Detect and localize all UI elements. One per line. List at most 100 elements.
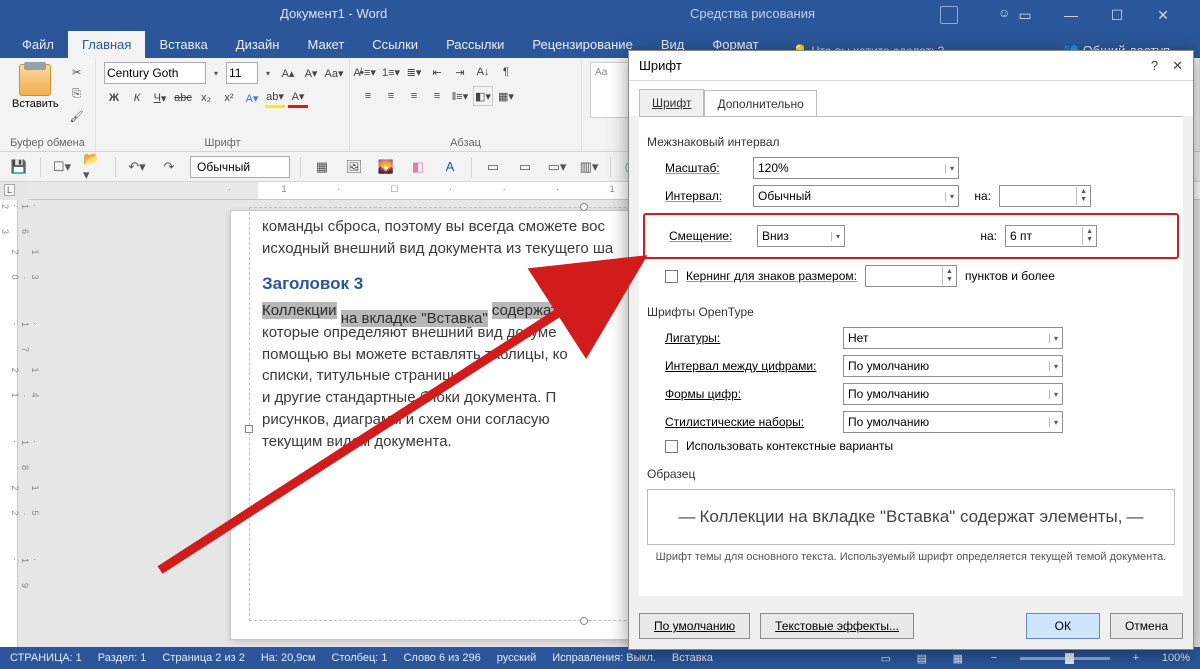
zoom-level[interactable]: 100% <box>1162 652 1190 664</box>
chevron-down-icon[interactable]: ▾ <box>1049 418 1058 427</box>
tab-insert[interactable]: Вставка <box>145 31 221 58</box>
text-effects-button[interactable]: Текстовые эффекты... <box>760 613 914 639</box>
close-icon[interactable]: ✕ <box>1140 3 1186 27</box>
interval-combo[interactable]: Обычный▾ <box>753 185 959 207</box>
kerning-checkbox[interactable] <box>665 270 678 283</box>
show-marks-icon[interactable]: ¶ <box>496 62 516 82</box>
grow-font-icon[interactable]: A▴ <box>278 63 298 83</box>
maximize-icon[interactable]: ☐ <box>1094 3 1140 27</box>
font-name-combo[interactable] <box>104 62 206 84</box>
tab-design[interactable]: Дизайн <box>222 31 294 58</box>
resize-handle[interactable] <box>580 617 588 625</box>
chevron-down-icon[interactable]: ▾ <box>261 63 275 83</box>
redo-icon[interactable]: ↷ <box>158 156 180 178</box>
paste-button[interactable]: Вставить <box>8 62 63 112</box>
chevron-down-icon[interactable]: ▾ <box>945 192 954 201</box>
account-icon[interactable] <box>940 6 958 24</box>
resize-handle[interactable] <box>580 203 588 211</box>
q-page2-icon[interactable]: ▭ <box>514 156 536 178</box>
status-mode[interactable]: Вставка <box>672 652 713 664</box>
align-left-icon[interactable]: ≡ <box>358 86 378 106</box>
scale-combo[interactable]: 120%▾ <box>753 157 959 179</box>
text-effects-icon[interactable]: A▾ <box>242 88 262 108</box>
q-page3-icon[interactable]: ▭▾ <box>546 156 568 178</box>
q-chart-icon[interactable]: 🌄 <box>375 156 397 178</box>
status-lang[interactable]: русский <box>497 652 536 664</box>
dialog-tab-font[interactable]: Шрифт <box>639 89 704 116</box>
resize-handle[interactable] <box>245 425 253 433</box>
multilevel-icon[interactable]: ≣▾ <box>404 62 424 82</box>
ok-button[interactable]: ОК <box>1026 613 1100 639</box>
q-page1-icon[interactable]: ▭ <box>482 156 504 178</box>
zoom-slider[interactable] <box>1020 657 1110 660</box>
sort-icon[interactable]: A↓ <box>473 62 493 82</box>
q-table-icon[interactable]: ▦ <box>311 156 333 178</box>
numspace-combo[interactable]: По умолчанию▾ <box>843 355 1063 377</box>
italic-icon[interactable]: К <box>127 88 147 108</box>
line-spacing-icon[interactable]: ‖≡▾ <box>450 86 470 106</box>
chevron-down-icon[interactable]: ▾ <box>945 164 954 173</box>
status-pageof[interactable]: Страница 2 из 2 <box>162 652 244 664</box>
chevron-down-icon[interactable]: ▾ <box>1049 362 1058 371</box>
offset-combo[interactable]: Вниз▾ <box>757 225 845 247</box>
superscript-icon[interactable]: x² <box>219 88 239 108</box>
shading-icon[interactable]: ◧▾ <box>473 86 493 106</box>
underline-icon[interactable]: Ч▾ <box>150 88 170 108</box>
outdent-icon[interactable]: ⇤ <box>427 62 447 82</box>
close-icon[interactable]: ✕ <box>1172 58 1183 74</box>
subscript-icon[interactable]: x₂ <box>196 88 216 108</box>
style-normal[interactable]: Аа <box>590 62 630 118</box>
numbering-icon[interactable]: 1≡▾ <box>381 62 401 82</box>
cut-icon[interactable]: ✂ <box>67 62 87 82</box>
ribbon-options-icon[interactable]: ▭ <box>1002 3 1048 27</box>
new-icon[interactable]: ☐▾ <box>51 156 73 178</box>
tab-layout[interactable]: Макет <box>293 31 358 58</box>
offset-by-spin[interactable]: 6 пт▲▼ <box>1005 225 1097 247</box>
chevron-down-icon[interactable]: ▾ <box>209 63 223 83</box>
highlight-icon[interactable]: ab▾ <box>265 88 285 108</box>
q-cols-icon[interactable]: ▥▾ <box>578 156 600 178</box>
change-case-icon[interactable]: Aa▾ <box>324 63 344 83</box>
shrink-font-icon[interactable]: A▾ <box>301 63 321 83</box>
style-combo[interactable]: Обычный <box>190 156 290 178</box>
liga-combo[interactable]: Нет▾ <box>843 327 1063 349</box>
view-web-icon[interactable]: ▦ <box>948 652 968 665</box>
status-section[interactable]: Раздел: 1 <box>98 652 147 664</box>
tab-file[interactable]: Файл <box>8 31 68 58</box>
styleset-combo[interactable]: По умолчанию▾ <box>843 411 1063 433</box>
open-icon[interactable]: 📂▾ <box>83 156 105 178</box>
tab-references[interactable]: Ссылки <box>358 31 432 58</box>
font-size-combo[interactable] <box>226 62 258 84</box>
chevron-down-icon[interactable]: ▾ <box>1049 334 1058 343</box>
numform-combo[interactable]: По умолчанию▾ <box>843 383 1063 405</box>
vertical-ruler[interactable]: · 13 · 14 · 15 · 16 · 17 · 18 · 19 · 20 … <box>0 200 18 647</box>
q-highlight-icon[interactable]: A <box>439 156 461 178</box>
status-track[interactable]: Исправления: Выкл. <box>552 652 656 664</box>
view-print-icon[interactable]: ▤ <box>912 652 932 665</box>
context-checkbox[interactable] <box>665 440 678 453</box>
interval-by-spin[interactable]: ▲▼ <box>999 185 1091 207</box>
default-button[interactable]: По умолчанию <box>639 613 750 639</box>
status-page[interactable]: СТРАНИЦА: 1 <box>10 652 82 664</box>
bullets-icon[interactable]: •≡▾ <box>358 62 378 82</box>
view-read-icon[interactable]: ▭ <box>876 652 896 665</box>
status-words[interactable]: Слово 6 из 296 <box>403 652 480 664</box>
minimize-icon[interactable]: ― <box>1048 3 1094 27</box>
zoom-out-icon[interactable]: − <box>984 652 1004 664</box>
status-col[interactable]: Столбец: 1 <box>332 652 388 664</box>
save-icon[interactable]: 💾 <box>8 156 30 178</box>
indent-icon[interactable]: ⇥ <box>450 62 470 82</box>
undo-icon[interactable]: ↶▾ <box>126 156 148 178</box>
cancel-button[interactable]: Отмена <box>1110 613 1183 639</box>
ruler-corner[interactable]: L <box>4 184 15 196</box>
tab-home[interactable]: Главная <box>68 31 145 58</box>
tab-mail[interactable]: Рассылки <box>432 31 518 58</box>
dialog-tab-advanced[interactable]: Дополнительно <box>704 90 816 117</box>
q-pic-icon[interactable]: 🖼 <box>343 156 365 178</box>
zoom-in-icon[interactable]: + <box>1126 652 1146 664</box>
font-color-icon[interactable]: A▾ <box>288 88 308 108</box>
kerning-spin[interactable]: ▲▼ <box>865 265 957 287</box>
chevron-down-icon[interactable]: ▾ <box>831 232 840 241</box>
chevron-down-icon[interactable]: ▾ <box>1049 390 1058 399</box>
justify-icon[interactable]: ≡ <box>427 86 447 106</box>
